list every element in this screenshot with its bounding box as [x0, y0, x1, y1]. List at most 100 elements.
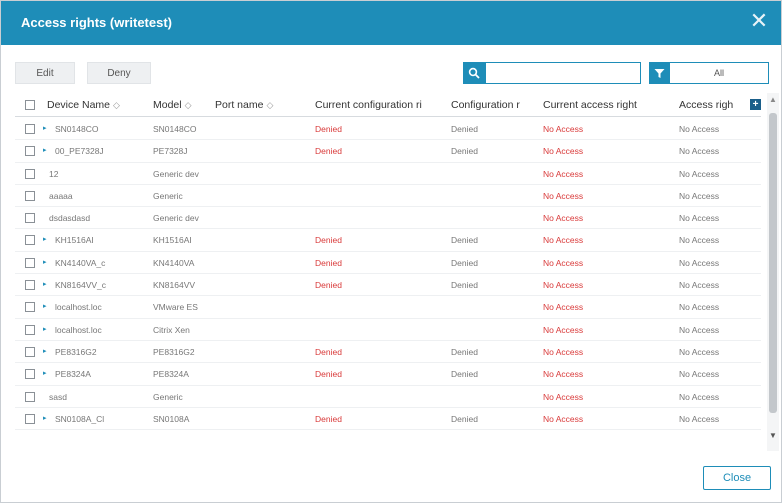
table-row[interactable]: ▸ KN8164VV_c KN8164VV Denied Denied No Access… [15, 274, 761, 297]
col-port-name[interactable]: Port name ◇ [215, 93, 309, 117]
expand-icon[interactable]: ▸ [43, 341, 47, 363]
cell-cur-access: No Access [543, 346, 584, 357]
cell-access: No Access [679, 413, 720, 424]
cell-config: Denied [451, 235, 478, 246]
close-icon[interactable]: ✕ [747, 10, 771, 34]
cell-device: dsdasdasd [49, 213, 91, 224]
table-row[interactable]: ▸ KN4140VA_c KN4140VA Denied Denied No Access… [15, 252, 761, 275]
cell-cur-config [315, 207, 445, 229]
filter-select[interactable]: All [669, 62, 769, 84]
expand-icon[interactable]: ▸ [43, 140, 47, 162]
cell-cur-config [315, 163, 445, 185]
cell-model: Generic dev [153, 213, 199, 224]
expand-icon[interactable]: ▸ [43, 252, 47, 274]
cell-port [215, 229, 309, 251]
cell-access: No Access [679, 213, 720, 224]
access-rights-dialog: Access rights (writetest) ✕ Edit Deny Al… [0, 0, 782, 503]
cell-config: Denied [451, 346, 478, 357]
row-checkbox[interactable] [25, 168, 35, 179]
expand-icon[interactable]: ▸ [43, 229, 47, 251]
col-current-access-right[interactable]: Current access right [543, 93, 673, 117]
table-row[interactable]: ▸ localhost.loc Citrix Xen No Access No Acce… [15, 319, 761, 341]
search-input[interactable] [485, 62, 641, 84]
row-checkbox[interactable] [25, 257, 35, 268]
expand-icon[interactable]: ▸ [43, 319, 47, 341]
cell-access: No Access [679, 346, 720, 357]
scroll-down-icon[interactable]: ▼ [769, 431, 777, 440]
expand-icon[interactable]: ▸ [43, 274, 47, 296]
search-icon[interactable] [463, 62, 485, 84]
col-port-name-label: Port name [215, 99, 264, 111]
cell-cur-access: No Access [543, 213, 584, 224]
cell-port [215, 296, 309, 318]
cell-device: localhost.loc [55, 324, 102, 335]
table-row[interactable]: ▸ localhost.loc VMware ES No Access No Acces… [15, 296, 761, 319]
row-checkbox[interactable] [25, 146, 35, 157]
cell-config [451, 185, 541, 207]
row-checkbox[interactable] [25, 213, 35, 224]
cell-access: No Access [679, 168, 720, 179]
table-row[interactable]: ▸ SN0108A_Cl SN0108A Denied Denied No Access N… [15, 408, 761, 431]
col-configuration[interactable]: Configuration r [451, 93, 541, 117]
cell-cur-access: No Access [543, 391, 584, 402]
row-checkbox[interactable] [25, 235, 35, 246]
col-model[interactable]: Model ◇ [153, 93, 209, 117]
table-row[interactable]: aaaaa Generic No Access No Access [15, 185, 761, 208]
table-row[interactable]: ▸ SN0148CO SN0148CO Denied Denied No Access No… [15, 118, 761, 141]
expand-icon[interactable]: ▸ [43, 296, 47, 318]
cell-access: No Access [679, 124, 720, 134]
table-row[interactable]: dsdasdasd Generic dev No Access No Access [15, 207, 761, 230]
cell-access: No Access [679, 257, 720, 268]
table-row[interactable]: 12 Generic dev No Access No Access [15, 163, 761, 185]
filter-icon[interactable] [649, 62, 669, 84]
col-model-label: Model [153, 99, 182, 111]
cell-port [215, 319, 309, 341]
table-row[interactable]: ▸ PE8316G2 PE8316G2 Denied Denied No Access No… [15, 341, 761, 364]
expand-icon[interactable]: ▸ [43, 363, 47, 385]
cell-config [451, 386, 541, 408]
row-checkbox[interactable] [25, 302, 35, 313]
expand-icon[interactable]: ▸ [43, 408, 47, 430]
cell-device: localhost.loc [55, 302, 102, 313]
col-access-right-label: Access righ [679, 99, 734, 111]
row-checkbox[interactable] [25, 124, 35, 134]
col-device-name[interactable]: Device Name ◇ [47, 93, 147, 117]
cell-port [215, 341, 309, 363]
cell-model: Citrix Xen [153, 324, 190, 335]
row-checkbox[interactable] [25, 280, 35, 291]
scroll-thumb[interactable] [769, 113, 777, 413]
cell-cur-config: Denied [315, 346, 342, 357]
vertical-scrollbar[interactable]: ▲ ▼ [767, 93, 779, 451]
col-access-right[interactable]: Access righ + [679, 93, 761, 117]
row-checkbox[interactable] [25, 190, 35, 201]
add-column-icon[interactable]: + [750, 99, 761, 110]
cell-device: SN0108A_Cl [55, 413, 105, 424]
table-row[interactable]: ▸ PE8324A PE8324A Denied Denied No Access No A… [15, 363, 761, 386]
access-table: Device Name ◇ Model ◇ Port name ◇ Current c… [15, 93, 779, 451]
row-checkbox[interactable] [25, 369, 35, 380]
row-checkbox[interactable] [25, 324, 35, 335]
cell-cur-access: No Access [543, 190, 584, 201]
scroll-up-icon[interactable]: ▲ [769, 95, 777, 104]
table-row[interactable]: sasd Generic No Access No Access [15, 386, 761, 408]
row-checkbox[interactable] [25, 346, 35, 357]
cell-cur-access: No Access [543, 302, 584, 313]
row-checkbox[interactable] [25, 413, 35, 424]
cell-config: Denied [451, 369, 478, 380]
cell-access: No Access [679, 369, 720, 380]
cell-device: KN4140VA_c [55, 257, 106, 268]
close-button[interactable]: Close [703, 466, 771, 490]
edit-button[interactable]: Edit [15, 62, 75, 84]
cell-cur-config [315, 319, 445, 341]
select-all-checkbox[interactable] [25, 100, 35, 110]
deny-button[interactable]: Deny [87, 62, 151, 84]
expand-icon[interactable]: ▸ [43, 118, 47, 140]
table-row[interactable]: ▸ 00_PE7328J PE7328J Denied Denied No Access N… [15, 140, 761, 163]
cell-cur-config: Denied [315, 257, 342, 268]
table-row[interactable]: ▸ KH1516AI KH1516AI Denied Denied No Access No… [15, 229, 761, 252]
col-current-configuration[interactable]: Current configuration ri [315, 93, 445, 117]
cell-port [215, 274, 309, 296]
cell-device: KN8164VV_c [55, 280, 107, 291]
cell-device: PE8324A [55, 369, 91, 380]
row-checkbox[interactable] [25, 391, 35, 402]
